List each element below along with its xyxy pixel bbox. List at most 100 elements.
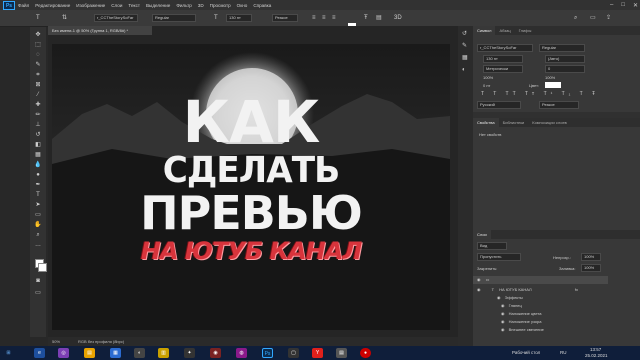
tab-layers[interactable]: Слои [473, 230, 491, 239]
shape-tool-icon[interactable]: ▭ [33, 211, 43, 219]
tab-character[interactable]: Символ [473, 26, 496, 35]
maximize-icon[interactable]: □ [621, 2, 625, 8]
char-baseline[interactable]: 0 пт [483, 83, 490, 88]
app-icon[interactable]: ✦ [184, 348, 195, 358]
menu-edit[interactable]: Редактирование [32, 3, 73, 8]
document-tab[interactable]: Без имени-1 @ 50% (Группа 1, RGB/8#) * [48, 26, 152, 35]
char-font-family[interactable]: r_CCTheStorySoFar [477, 44, 533, 52]
char-scale-v[interactable]: 100% [483, 75, 493, 80]
menu-layers[interactable]: Слои [108, 3, 125, 8]
layer-effect-satin[interactable]: ◉ Глянец [473, 302, 608, 310]
quick-select-tool-icon[interactable]: ✎ [33, 61, 43, 69]
photoshop-taskbar-icon[interactable]: Ps [262, 348, 273, 358]
3d-icon[interactable]: 3D [394, 14, 402, 22]
language-indicator[interactable]: RU [560, 350, 567, 355]
menu-window[interactable]: Окно [234, 3, 251, 8]
quick-mask-icon[interactable]: ◙ [33, 277, 43, 285]
app-icon[interactable]: ◎ [58, 348, 69, 358]
visibility-eye-icon[interactable]: ◉ [501, 303, 505, 308]
zoom-level[interactable]: 50% [52, 337, 60, 346]
char-scale-h[interactable]: 100% [545, 75, 555, 80]
marquee-tool-icon[interactable]: ⬚ [33, 41, 43, 49]
more-tools-icon[interactable]: … [33, 241, 43, 249]
record-icon[interactable]: ● [360, 348, 371, 358]
visibility-eye-icon[interactable]: ◉ [501, 311, 505, 316]
tab-layer-comps[interactable]: Композиции слоев [528, 118, 571, 127]
history-panel-icon[interactable]: ↺ [462, 30, 467, 38]
app-icon[interactable]: ◉ [210, 348, 221, 358]
visibility-eye-icon[interactable]: ◉ [497, 295, 501, 300]
screen-mode-icon[interactable]: ▭ [33, 289, 43, 297]
zoom-tool-icon[interactable]: ⌕ [33, 231, 43, 239]
fill-input[interactable]: 100% [581, 264, 601, 272]
layer-effect-pattern-overlay[interactable]: ◉ Наложение узора [473, 318, 608, 326]
move-tool-icon[interactable]: ✥ [33, 31, 43, 39]
char-leading[interactable]: (Авто) [545, 55, 585, 63]
pen-tool-icon[interactable]: ✒ [33, 181, 43, 189]
visibility-eye-icon[interactable]: ◉ [501, 327, 505, 332]
warp-text-icon[interactable]: Ŧ [364, 14, 368, 22]
path-select-tool-icon[interactable]: ➤ [33, 201, 43, 209]
char-tracking[interactable]: 0 [545, 65, 585, 73]
clock-time[interactable]: 13:57 [590, 347, 601, 352]
desktop-label[interactable]: Рабочий стол [512, 350, 540, 355]
layer-effects-row[interactable]: ◉ Эффекты [473, 294, 608, 302]
frame-tool-icon[interactable]: ⊠ [33, 81, 43, 89]
menu-view[interactable]: Просмотр [207, 3, 234, 8]
canvas[interactable]: КАК СДЕЛАТЬ ПРЕВЬЮ НА ЮТУБ КАНАЛ [52, 44, 450, 330]
visibility-eye-icon[interactable]: ◉ [477, 277, 481, 282]
brush-settings-icon[interactable]: ✎ [462, 42, 467, 50]
dodge-tool-icon[interactable]: ● [33, 171, 43, 179]
type-tool-icon[interactable]: T [36, 14, 40, 22]
menu-type[interactable]: Текст [125, 3, 143, 8]
menu-help[interactable]: Справка [250, 3, 274, 8]
blur-tool-icon[interactable]: 💧 [33, 161, 43, 169]
stamp-tool-icon[interactable]: ⊥ [33, 121, 43, 129]
gradient-tool-icon[interactable]: ▦ [33, 151, 43, 159]
search-icon[interactable]: ⌕ [574, 14, 577, 22]
char-language[interactable]: Русский [477, 101, 521, 109]
blend-mode-select[interactable]: Пропустить [477, 253, 521, 261]
character-panel-icon[interactable]: ▤ [376, 14, 382, 22]
app-icon[interactable]: ▦ [110, 348, 121, 358]
font-family-select[interactable]: r_CCTheStorySoFar [94, 14, 138, 22]
app-icon[interactable]: ▢ [288, 348, 299, 358]
layer-text[interactable]: ◉ T НА ЮТУБ КАНАЛ fx [473, 286, 608, 294]
adjustments-panel-icon[interactable]: ◐ [462, 66, 466, 74]
menu-3d[interactable]: 3D [195, 3, 207, 8]
opacity-input[interactable]: 100% [581, 253, 601, 261]
close-icon[interactable]: ✕ [633, 2, 638, 9]
align-right-icon[interactable]: ≡ [332, 14, 336, 22]
font-size-input[interactable]: 130 пт [226, 14, 252, 22]
tab-paragraph[interactable]: Абзац [495, 26, 514, 35]
workspace-icon[interactable]: ▭ [590, 14, 596, 22]
type-tool-icon[interactable]: T [33, 191, 43, 199]
app-icon[interactable]: ◐ [134, 348, 145, 358]
eyedropper-tool-icon[interactable]: ⁄ [33, 91, 43, 99]
layer-effect-outer-glow[interactable]: ◉ Внешнее свечение [473, 326, 608, 334]
minimize-icon[interactable]: – [610, 2, 613, 8]
toggle-orientation-icon[interactable]: ⇅ [62, 14, 67, 22]
app-icon[interactable]: ▤ [336, 348, 347, 358]
healing-tool-icon[interactable]: ✚ [33, 101, 43, 109]
font-style-select[interactable]: Regular [152, 14, 196, 22]
char-kerning[interactable]: Метрически [483, 65, 523, 73]
background-color-swatch[interactable] [38, 263, 47, 272]
eraser-tool-icon[interactable]: ◧ [33, 141, 43, 149]
tab-properties[interactable]: Свойства [473, 118, 499, 127]
hand-tool-icon[interactable]: ✋ [33, 221, 43, 229]
app-icon[interactable]: ◍ [236, 348, 247, 358]
char-font-style[interactable]: Regular [539, 44, 585, 52]
clock-date[interactable]: 25.02.2021 [585, 353, 608, 358]
ie-icon[interactable]: e [34, 348, 45, 358]
lasso-tool-icon[interactable]: ◌ [33, 51, 43, 59]
swatches-panel-icon[interactable]: ▦ [462, 54, 468, 62]
tab-glyphs[interactable]: Глифы [515, 26, 536, 35]
menu-filter[interactable]: Фильтр [173, 3, 194, 8]
menu-image[interactable]: Изображение [73, 3, 108, 8]
tab-libraries[interactable]: Библиотеки [499, 118, 529, 127]
yandex-icon[interactable]: Y [312, 348, 323, 358]
char-color-swatch[interactable] [545, 82, 561, 88]
brush-tool-icon[interactable]: ✏ [33, 111, 43, 119]
align-left-icon[interactable]: ≡ [312, 14, 316, 22]
